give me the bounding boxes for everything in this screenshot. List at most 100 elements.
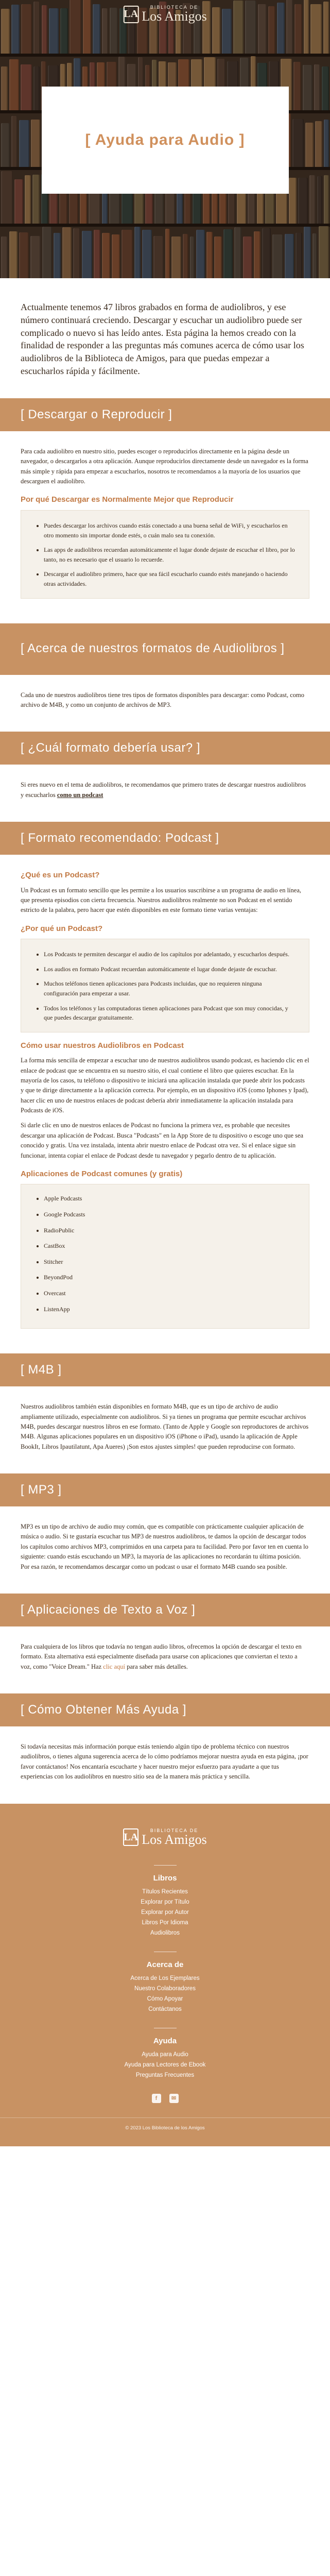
- section-title: [ MP3 ]: [21, 1482, 62, 1497]
- paragraph: Si eres nuevo en el tema de audiolibros,…: [21, 780, 309, 800]
- subheading: Aplicaciones de Podcast comunes (y grati…: [21, 1169, 183, 1178]
- list-item: Muchos teléfonos tienen aplicaciones par…: [44, 979, 297, 998]
- paragraph: Si todavía necesitas más información por…: [21, 1743, 308, 1781]
- section-descargar: Para cada audiolibro en nuestro sitio, p…: [0, 431, 330, 623]
- paragraph: Para cualquiera de los libros que todaví…: [21, 1642, 309, 1672]
- paragraph-text-end: para saber más detalles.: [127, 1663, 188, 1670]
- footer-link[interactable]: Cómo Apoyar: [0, 1996, 330, 2002]
- click-here-link[interactable]: clic aquí: [103, 1663, 125, 1670]
- section-title: [ Acerca de nuestros formatos de Audioli…: [21, 641, 285, 656]
- section-header-texto-voz: [ Aplicaciones de Texto a Voz ]: [0, 1593, 330, 1626]
- paragraph: Cada uno de nuestros audiolibros tiene t…: [21, 691, 305, 708]
- footer-link[interactable]: Ayuda para Lectores de Ebook: [0, 2062, 330, 2068]
- footer-link[interactable]: Contáctanos: [0, 2006, 330, 2012]
- subheading: ¿Qué es un Podcast?: [21, 871, 100, 880]
- paragraph: Nuestros audiolibros también están dispo…: [21, 1403, 309, 1450]
- app-link-beyondpod[interactable]: BeyondPod: [44, 1274, 73, 1281]
- section-header-descargar: [ Descargar o Reproducir ]: [0, 398, 330, 431]
- list-item: Los audios en formato Podcast recuerdan …: [44, 964, 297, 974]
- list-item: Los Podcasts te permiten descargar el au…: [44, 950, 297, 959]
- section-title: [ M4B ]: [21, 1362, 62, 1377]
- section-header-cual: [ ¿Cuál formato debería usar? ]: [0, 732, 330, 765]
- footer-link[interactable]: Preguntas Frecuentes: [0, 2072, 330, 2078]
- paragraph: Para cada audiolibro en nuestro sitio, p…: [21, 447, 308, 485]
- logo-big-text: Los Amigos: [142, 1832, 207, 1847]
- page-title: [ Ayuda para Audio ]: [85, 131, 245, 148]
- copyright: © 2023 Los Biblioteca de los Amigos: [0, 2117, 330, 2131]
- paragraph: Un Podcast es un formato sencillo que le…: [21, 886, 301, 914]
- list-item: RadioPublic: [44, 1226, 297, 1235]
- site-footer: LA BIBLIOTECA DE Los Amigos Libros Títul…: [0, 1803, 330, 2146]
- section-m4b: Nuestros audiolibros también están dispo…: [0, 1386, 330, 1473]
- section-title: [ ¿Cuál formato debería usar? ]: [21, 740, 200, 755]
- footer-link[interactable]: Nuestro Colaboradores: [0, 1986, 330, 1992]
- list-item: BeyondPod: [44, 1273, 297, 1282]
- subheading: Por qué Descargar es Normalmente Mejor q…: [21, 495, 234, 504]
- podcast-apps-list: Apple Podcasts Google Podcasts RadioPubl…: [21, 1184, 309, 1329]
- paragraph: La forma más sencilla de empezar a escuc…: [21, 1057, 309, 1114]
- app-link-radiopublic[interactable]: RadioPublic: [44, 1227, 74, 1234]
- list-item: Todos los teléfonos y las computadoras t…: [44, 1004, 297, 1023]
- app-link-google-podcasts[interactable]: Google Podcasts: [44, 1211, 85, 1218]
- section-cual: Si eres nuevo en el tema de audiolibros,…: [0, 765, 330, 822]
- podcast-emphasis: como un podcast: [57, 791, 103, 799]
- footer-link[interactable]: Acerca de Los Ejemplares: [0, 1975, 330, 1981]
- section-podcast: ¿Qué es un Podcast? Un Podcast es un for…: [0, 855, 330, 1353]
- footer-logo[interactable]: LA BIBLIOTECA DE Los Amigos: [123, 1828, 207, 1847]
- footer-links-ayuda: Ayuda para Audio Ayuda para Lectores de …: [0, 2052, 330, 2078]
- hero-title-box: [ Ayuda para Audio ]: [41, 87, 289, 194]
- logo-mark: LA: [123, 1828, 139, 1846]
- list-item: Las apps de audiolibros recuerdan automá…: [44, 545, 297, 564]
- section-header-m4b: [ M4B ]: [0, 1353, 330, 1387]
- footer-heading-ayuda: Ayuda: [153, 2036, 177, 2045]
- footer-link[interactable]: Ayuda para Audio: [0, 2052, 330, 2058]
- footer-heading-libros: Libros: [153, 1873, 177, 1883]
- list-item: CastBox: [44, 1241, 297, 1251]
- logo-big-text: Los Amigos: [142, 9, 207, 24]
- hero-banner: LA BIBLIOTECA DE Los Amigos [ Ayuda para…: [0, 0, 330, 278]
- intro-text: Actualmente tenemos 47 libros grabados e…: [21, 302, 304, 377]
- section-title: [ Descargar o Reproducir ]: [21, 407, 172, 421]
- footer-divider: [153, 1865, 177, 1866]
- footer-link[interactable]: Audiolibros: [0, 1930, 330, 1936]
- app-link-apple-podcasts[interactable]: Apple Podcasts: [44, 1195, 82, 1202]
- footer-links-libros: Títulos Recientes Explorar por Título Ex…: [0, 1889, 330, 1936]
- list-item: Puedes descargar los archivos cuando est…: [44, 521, 297, 540]
- section-ayuda: Si todavía necesitas más información por…: [0, 1726, 330, 1804]
- subheading: ¿Por qué un Podcast?: [21, 924, 103, 933]
- section-header-podcast: [ Formato recomendado: Podcast ]: [0, 822, 330, 855]
- section-header-mp3: [ MP3 ]: [0, 1473, 330, 1507]
- list-item: ListenApp: [44, 1304, 297, 1314]
- facebook-icon[interactable]: f: [151, 2093, 161, 2103]
- subheading: Cómo usar nuestros Audiolibros en Podcas…: [21, 1041, 184, 1050]
- section-title: [ Formato recomendado: Podcast ]: [21, 831, 219, 845]
- footer-link[interactable]: Explorar por Autor: [0, 1909, 330, 1916]
- list-item: Stitcher: [44, 1257, 297, 1267]
- section-header-formatos: [ Acerca de nuestros formatos de Audioli…: [0, 623, 330, 675]
- section-formatos: Cada uno de nuestros audiolibros tiene t…: [0, 675, 330, 732]
- footer-link[interactable]: Libros Por Idioma: [0, 1920, 330, 1926]
- section-title: [ Cómo Obtener Más Ayuda ]: [21, 1702, 187, 1717]
- list-item: Overcast: [44, 1289, 297, 1298]
- app-link-castbox[interactable]: CastBox: [44, 1242, 65, 1249]
- app-link-overcast[interactable]: Overcast: [44, 1290, 66, 1297]
- section-title: [ Aplicaciones de Texto a Voz ]: [21, 1602, 196, 1617]
- reasons-list: Puedes descargar los archivos cuando est…: [21, 510, 309, 599]
- podcast-reasons-list: Los Podcasts te permiten descargar el au…: [21, 939, 309, 1032]
- footer-heading-acerca: Acerca de: [146, 1960, 184, 1969]
- email-icon[interactable]: ✉: [169, 2093, 179, 2103]
- footer-links-acerca: Acerca de Los Ejemplares Nuestro Colabor…: [0, 1975, 330, 2012]
- paragraph: Si darle clic en uno de nuestros enlaces…: [21, 1122, 304, 1159]
- app-link-listenapp[interactable]: ListenApp: [44, 1306, 70, 1313]
- site-logo[interactable]: LA BIBLIOTECA DE Los Amigos: [123, 5, 207, 24]
- footer-link[interactable]: Títulos Recientes: [0, 1889, 330, 1895]
- section-mp3: MP3 es un tipo de archivo de audio muy c…: [0, 1506, 330, 1594]
- footer-link[interactable]: Explorar por Título: [0, 1899, 330, 1905]
- section-texto-voz: Para cualquiera de los libros que todaví…: [0, 1626, 330, 1693]
- list-item: Descargar el audiolibro primero, hace qu…: [44, 569, 297, 588]
- social-links: f ✉: [0, 2093, 330, 2103]
- paragraph: MP3 es un tipo de archivo de audio muy c…: [21, 1523, 308, 1570]
- list-item: Apple Podcasts: [44, 1194, 297, 1204]
- app-link-stitcher[interactable]: Stitcher: [44, 1258, 63, 1265]
- section-header-ayuda: [ Cómo Obtener Más Ayuda ]: [0, 1693, 330, 1727]
